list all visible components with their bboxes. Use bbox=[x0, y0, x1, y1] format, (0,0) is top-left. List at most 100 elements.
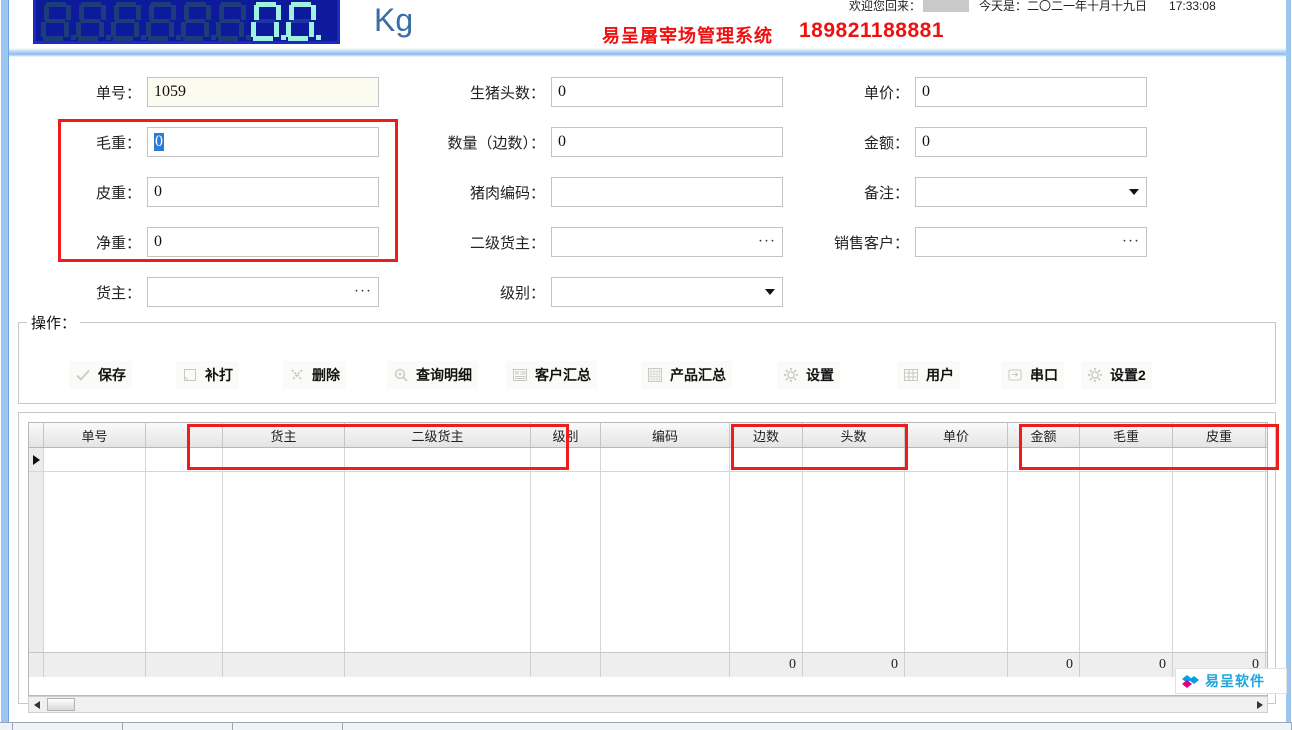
sales-customer-lookup-icon[interactable]: ··· bbox=[1122, 234, 1140, 250]
grid-column-header[interactable]: 二级货主 bbox=[345, 423, 531, 447]
grid-horizontal-scrollbar[interactable] bbox=[28, 696, 1268, 713]
field-row-pig-head-count: 生猪头数： 0 bbox=[409, 77, 783, 107]
led-digit bbox=[40, 1, 76, 41]
welcome-label: 欢迎您回来： bbox=[849, 0, 922, 13]
input-amount[interactable]: 0 bbox=[915, 127, 1147, 157]
secondary-owner-lookup-icon[interactable]: ··· bbox=[758, 234, 776, 250]
op-button-4[interactable]: 查询明细 bbox=[387, 361, 478, 389]
delete-x-icon bbox=[289, 367, 305, 383]
scroll-left-icon[interactable] bbox=[29, 700, 45, 709]
input-order-no[interactable]: 1059 bbox=[147, 77, 379, 107]
input-quantity-sides[interactable]: 0 bbox=[551, 127, 783, 157]
input-net-weight[interactable]: 0 bbox=[147, 227, 379, 257]
chevron-down-icon[interactable] bbox=[1129, 189, 1139, 195]
input-sales-customer[interactable]: ··· bbox=[915, 227, 1147, 257]
label-sales-customer: 销售客户： bbox=[833, 234, 909, 252]
input-owner[interactable]: ··· bbox=[147, 277, 379, 307]
grid-blank-cell bbox=[803, 472, 905, 652]
table-cell[interactable] bbox=[531, 448, 601, 471]
op-button-5[interactable]: 客户汇总 bbox=[506, 361, 597, 389]
status-segment bbox=[123, 723, 233, 730]
chevron-down-icon[interactable] bbox=[765, 289, 775, 295]
table-cell[interactable] bbox=[803, 448, 905, 471]
owner-lookup-icon[interactable]: ··· bbox=[354, 284, 372, 300]
records-panel: 单号 货主 二级货主 级别 编码 边数 头数 单价 金额 毛重 皮重 00000 bbox=[18, 412, 1279, 713]
vendor-logo-icon bbox=[1182, 675, 1199, 688]
grid-column-header[interactable]: 单价 bbox=[905, 423, 1008, 447]
op-button-9[interactable]: 串口 bbox=[1001, 361, 1064, 389]
status-segment bbox=[343, 723, 1292, 730]
table-cell[interactable] bbox=[345, 448, 531, 471]
table-cell[interactable] bbox=[905, 448, 1008, 471]
status-bar bbox=[0, 722, 1292, 730]
table-cell[interactable] bbox=[1173, 448, 1266, 471]
grid-footer-totals-row: 00000 bbox=[29, 652, 1267, 677]
scrollbar-thumb[interactable] bbox=[47, 698, 75, 711]
field-row-owner: 货主： ··· bbox=[67, 277, 379, 307]
field-row-net-weight: 净重： 0 bbox=[67, 227, 379, 257]
grid-column-header[interactable]: 毛重 bbox=[1080, 423, 1173, 447]
led-digit bbox=[110, 1, 146, 41]
op-button-10[interactable]: 设置2 bbox=[1081, 361, 1152, 389]
product-summary-icon bbox=[647, 367, 663, 383]
table-cell[interactable] bbox=[601, 448, 730, 471]
scroll-right-icon[interactable] bbox=[1257, 700, 1263, 709]
field-row-gross-weight: 毛重： 0 bbox=[67, 127, 379, 157]
input-tare-weight[interactable]: 0 bbox=[147, 177, 379, 207]
footer-total-cell bbox=[44, 653, 146, 677]
input-grade[interactable] bbox=[551, 277, 783, 307]
table-cell[interactable] bbox=[223, 448, 345, 471]
input-pork-code[interactable] bbox=[551, 177, 783, 207]
clock-label: 17:33:08 bbox=[1169, 0, 1216, 13]
table-cell[interactable] bbox=[1080, 448, 1173, 471]
grid-column-header[interactable]: 头数 bbox=[803, 423, 905, 447]
grid-column-header[interactable] bbox=[146, 423, 223, 447]
op-button-1[interactable]: 保存 bbox=[69, 361, 132, 389]
grid-column-header[interactable]: 金额 bbox=[1008, 423, 1080, 447]
application-window: Kg 易呈屠宰场管理系统 189821188881 欢迎您回来： 今天是：二〇二… bbox=[0, 0, 1292, 730]
grid-column-header[interactable]: 边数 bbox=[730, 423, 803, 447]
input-gross-weight[interactable]: 0 bbox=[147, 127, 379, 157]
label-order-no: 单号： bbox=[95, 84, 141, 102]
grid-blank-cell bbox=[1173, 472, 1266, 652]
grid-column-header[interactable]: 编码 bbox=[601, 423, 730, 447]
search-icon bbox=[393, 367, 409, 383]
grid-empty-area bbox=[29, 472, 1267, 652]
table-cell[interactable] bbox=[44, 448, 146, 471]
grid-column-header[interactable]: 货主 bbox=[223, 423, 345, 447]
grid-column-header[interactable]: 单号 bbox=[44, 423, 146, 447]
value-tare-weight: 0 bbox=[154, 183, 162, 200]
input-unit-price[interactable]: 0 bbox=[915, 77, 1147, 107]
table-cell[interactable] bbox=[146, 448, 223, 471]
input-secondary-owner[interactable]: ··· bbox=[551, 227, 783, 257]
op-button-7[interactable]: 设置 bbox=[777, 361, 840, 389]
grid-column-header[interactable]: 级别 bbox=[531, 423, 601, 447]
status-segment bbox=[13, 723, 123, 730]
led-digit bbox=[215, 1, 251, 41]
op-button-6[interactable]: 产品汇总 bbox=[641, 361, 732, 389]
footer-gutter bbox=[29, 653, 44, 677]
grid-corner-cell bbox=[29, 423, 44, 447]
op-button-label: 设置2 bbox=[1110, 367, 1146, 383]
value-quantity-sides: 0 bbox=[558, 133, 566, 150]
operations-toolbar: 保存 补打 删除 查询明细 客户汇总 产品汇总 设置 用户 串口 设置2 bbox=[19, 345, 1275, 403]
table-cell[interactable] bbox=[1008, 448, 1080, 471]
check-icon bbox=[75, 367, 91, 383]
footer-total-cell bbox=[345, 653, 531, 677]
table-row[interactable] bbox=[29, 448, 1267, 472]
grid-blank-cell bbox=[1080, 472, 1173, 652]
vendor-watermark: 易呈软件 bbox=[1175, 668, 1287, 694]
row-selector[interactable] bbox=[29, 448, 44, 471]
grid-data-rows bbox=[29, 448, 1267, 472]
label-net-weight: 净重： bbox=[95, 234, 141, 252]
op-button-label: 补打 bbox=[205, 367, 233, 383]
table-cell[interactable] bbox=[730, 448, 803, 471]
led-digit bbox=[180, 1, 216, 41]
grid-column-header[interactable]: 皮重 bbox=[1173, 423, 1266, 447]
input-pig-head-count[interactable]: 0 bbox=[551, 77, 783, 107]
op-button-8[interactable]: 用户 bbox=[897, 361, 960, 389]
input-remark[interactable] bbox=[915, 177, 1147, 207]
op-button-2[interactable]: 补打 bbox=[176, 361, 239, 389]
footer-total-cell bbox=[531, 653, 601, 677]
op-button-3[interactable]: 删除 bbox=[283, 361, 346, 389]
